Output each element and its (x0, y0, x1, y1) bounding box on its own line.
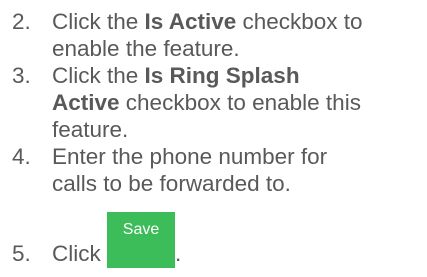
step-text-span: Click (52, 241, 107, 266)
step-number: 5. (12, 241, 31, 266)
step-line: Click the Is Active checkbox to (52, 8, 424, 35)
step-line: calls to be forwarded to. (52, 171, 291, 196)
step-number: 3. (12, 63, 31, 88)
step-text-span: . (175, 241, 182, 266)
step-line: Click Save. (52, 212, 424, 268)
save-button[interactable]: Save (107, 212, 175, 268)
step-line: Enter the phone number for (52, 144, 328, 169)
step-text-span: Click the (52, 9, 145, 34)
ui-label-is-ring-splash: Is Ring Splash (144, 63, 300, 88)
step-line: Active checkbox to enable this (52, 89, 424, 116)
step-number: 2. (12, 9, 31, 34)
ui-label-active: Active (52, 90, 120, 115)
step-text: Enter the phone number for calls to be f… (52, 143, 424, 197)
step-line: enable the feature. (52, 36, 240, 61)
step-line: feature. (52, 117, 129, 142)
step-text: Click the Is Active checkbox to enable t… (52, 8, 424, 62)
step-text-span: Click the (52, 63, 145, 88)
step-text-span: checkbox to (236, 9, 363, 34)
step-text: Click Save. (52, 212, 424, 268)
step-text-span: checkbox to enable this (119, 90, 361, 115)
ui-label-is-active: Is Active (144, 9, 237, 34)
step-line: Click the Is Ring Splash (52, 62, 424, 89)
step-text: Click the Is Ring Splash Active checkbox… (52, 62, 424, 143)
step-number: 4. (12, 144, 31, 169)
